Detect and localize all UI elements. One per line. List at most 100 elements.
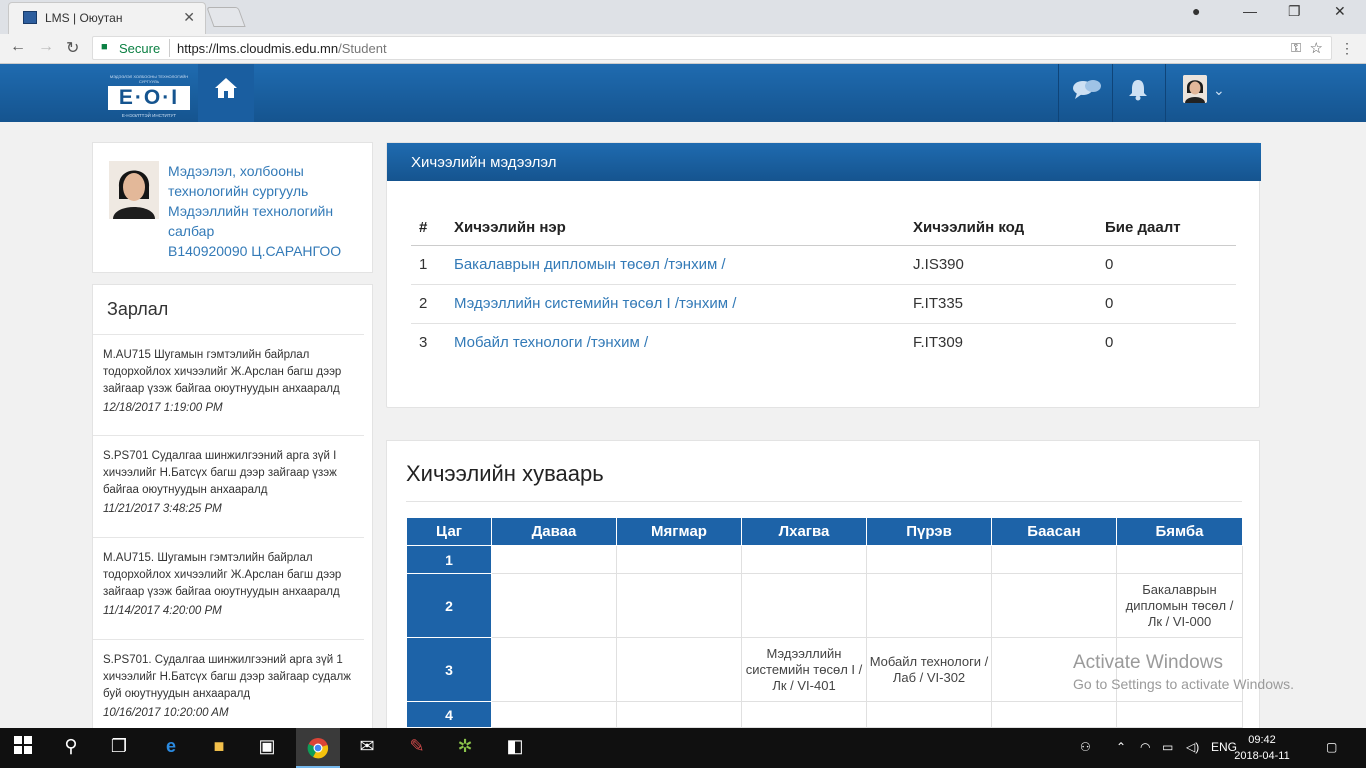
table-row: 1 Бакалаврын дипломын төсөл /тэнхим / J.…	[411, 245, 1236, 285]
schedule-cell	[866, 573, 992, 638]
course-table-header: # Хичээлийн нэр Хичээлийн код Бие даалт	[411, 211, 1236, 246]
new-tab-button[interactable]	[206, 7, 246, 27]
back-icon[interactable]: ←	[10, 38, 26, 56]
course-link[interactable]: Мэдээллийн системийн төсөл I /тэнхим /	[454, 295, 736, 312]
clock-time: 09:42	[1248, 734, 1276, 746]
store-icon[interactable]: ▣	[252, 736, 282, 757]
schedule-cell	[491, 701, 617, 728]
people-icon[interactable]: ⚇	[1080, 740, 1091, 754]
bookmark-star-icon[interactable]: ☆	[1310, 39, 1323, 57]
schedule-row: 2 Бакалаврын дипломын төсөл / Лк / VI-00…	[406, 573, 1243, 638]
file-explorer-icon[interactable]: ■	[204, 736, 234, 757]
chrome-icon	[307, 738, 329, 759]
schedule-cell	[741, 545, 867, 574]
search-icon[interactable]: ⚲	[56, 736, 86, 757]
browser-menu-icon[interactable]: ⋮	[1340, 40, 1354, 57]
col-hour: Цаг	[406, 517, 492, 546]
schedule-cell	[866, 545, 992, 574]
announcement-text: S.PS701 Судалгаа шинжилгээний арга зүй I…	[103, 450, 337, 496]
chevron-down-icon[interactable]: ⌄	[1213, 82, 1225, 99]
schedule-divider	[406, 501, 1242, 502]
tab-close-icon[interactable]: ✕	[183, 9, 195, 26]
chat-icon[interactable]	[1072, 78, 1102, 107]
department-line1: Мэдээллийн технологийн	[168, 203, 334, 219]
schedule-header-row: Цаг Даваа Мягмар Лхагва Пүрэв Баасан Бям…	[406, 517, 1243, 546]
student-id-name: B140920090 Ц.САРАНГОО	[168, 243, 342, 259]
announcement-item[interactable]: M.AU715. Шугамын гэмтэлийн байрлал тодор…	[93, 537, 364, 639]
chrome-taskbar-button[interactable]	[296, 728, 340, 768]
browser-tab[interactable]: LMS | Оюутан ✕	[8, 2, 206, 34]
schedule-cell	[866, 701, 992, 728]
announcement-item[interactable]: M.AU715 Шугамын гэмтэлийн байрлал тодорх…	[93, 334, 364, 435]
row-num: 2	[411, 284, 446, 324]
task-view-icon[interactable]: ❐	[104, 736, 134, 757]
schedule-row: 1	[406, 545, 1243, 574]
schedule-cell	[616, 637, 742, 702]
col-saturday: Бямба	[1116, 517, 1243, 546]
edge-icon[interactable]: e	[156, 736, 186, 757]
school-name-line1: Мэдээлэл, холбооны	[168, 163, 304, 179]
announcement-text: M.AU715. Шугамын гэмтэлийн байрлал тодор…	[103, 552, 342, 598]
announcement-item[interactable]: S.PS701 Судалгаа шинжилгээний арга зүй I…	[93, 435, 364, 537]
reload-icon[interactable]: ↻	[66, 38, 79, 58]
tray-chevron-icon[interactable]: ⌃	[1116, 740, 1126, 754]
course-link[interactable]: Бакалаврын дипломын төсөл /тэнхим /	[454, 256, 726, 273]
volume-icon[interactable]: ◁)	[1186, 740, 1199, 754]
notifications-icon[interactable]: ▢	[1326, 740, 1337, 754]
logo-top-text: МЭДЭЭЛЭЛ ХОЛБООНЫ ТЕХНОЛОГИЙН СУРГУУЛЬ	[109, 74, 189, 84]
bell-icon[interactable]	[1128, 79, 1148, 106]
schedule-cell	[991, 701, 1117, 728]
paint-icon[interactable]: ✎	[402, 736, 432, 757]
secure-label: Secure	[119, 41, 161, 56]
snipping-tool-icon[interactable]: ◧	[500, 736, 530, 757]
course-name-cell: Бакалаврын дипломын төсөл /тэнхим /	[446, 245, 905, 285]
department-line2: салбар	[168, 223, 215, 239]
announcement-item[interactable]: S.PS701. Судалгаа шинжилгээний арга зүй …	[93, 639, 364, 741]
schedule-entry[interactable]: Мобайл технологи / Лаб / VI-302	[866, 637, 992, 702]
windows-start-icon[interactable]	[8, 736, 38, 759]
col-thursday: Пүрэв	[866, 517, 992, 546]
url-divider	[169, 39, 170, 57]
header-divider	[1058, 64, 1059, 122]
course-link[interactable]: Мобайл технологи /тэнхим /	[454, 334, 648, 351]
col-wednesday: Лхагва	[741, 517, 867, 546]
table-row: 3 Мобайл технологи /тэнхим / F.IT309 0	[411, 323, 1236, 362]
logo-main-text: E·O·I	[108, 86, 190, 110]
announcement-text: S.PS701. Судалгаа шинжилгээний арга зүй …	[103, 654, 351, 700]
self-study-count: 0	[1097, 284, 1236, 324]
taskbar-clock[interactable]: 09:42 2018-04-11	[1232, 732, 1292, 764]
self-study-count: 0	[1097, 245, 1236, 285]
eoi-logo[interactable]: МЭДЭЭЛЭЛ ХОЛБООНЫ ТЕХНОЛОГИЙН СУРГУУЛЬ E…	[108, 74, 190, 124]
home-button[interactable]	[198, 64, 254, 122]
col-monday: Даваа	[491, 517, 617, 546]
clock-date: 2018-04-11	[1234, 750, 1290, 762]
tab-title: LMS | Оюутан	[45, 11, 123, 25]
address-bar[interactable]: ■ Secure https://lms.cloudmis.edu.mn/Stu…	[92, 36, 1332, 60]
course-code: F.IT309	[913, 334, 964, 352]
schedule-row: 4	[406, 701, 1243, 728]
minimize-icon[interactable]: —	[1243, 3, 1257, 19]
row-num: 3	[419, 334, 428, 352]
schedule-entry[interactable]: Бакалаврын дипломын төсөл / Лк / VI-000	[1116, 573, 1243, 638]
network-icon[interactable]: ◠	[1140, 740, 1150, 754]
key-icon[interactable]: ⚿	[1291, 40, 1301, 56]
table-row: 2 Мэдээллийн системийн төсөл I /тэнхим /…	[411, 284, 1236, 324]
battery-icon[interactable]: ▭	[1162, 740, 1173, 754]
profile-icon[interactable]: ●	[1192, 3, 1200, 19]
schedule-entry[interactable]: Мэдээллийн системийн төсөл I / Лк / VI-4…	[741, 637, 867, 702]
user-avatar[interactable]	[1183, 75, 1207, 103]
col-course-code: Хичээлийн код	[905, 211, 1097, 246]
profile-info[interactable]: Мэдээлэл, холбооны технологийн сургууль …	[168, 161, 341, 261]
col-self-study: Бие даалт	[1097, 211, 1236, 246]
course-code: F.IT335	[905, 284, 1097, 324]
window-close-icon[interactable]: ✕	[1334, 3, 1346, 20]
schedule-cell	[991, 545, 1117, 574]
watermark-line2: Go to Settings to activate Windows.	[1073, 676, 1294, 692]
android-icon[interactable]: ✲	[450, 736, 480, 757]
schedule-cell	[1116, 545, 1243, 574]
mail-icon[interactable]: ✉	[352, 736, 382, 757]
windows-taskbar: ⚲ ❐ e ■ ▣ ✉ ✎ ✲ ◧ ⚇ ⌃ ◠ ▭ ◁) ENG 09:42 2…	[0, 728, 1366, 768]
maximize-icon[interactable]: ❐	[1288, 3, 1301, 20]
course-info-card: Хичээлийн мэдээлэл # Хичээлийн нэр Хичээ…	[386, 142, 1261, 408]
forward-icon[interactable]: →	[38, 38, 54, 56]
